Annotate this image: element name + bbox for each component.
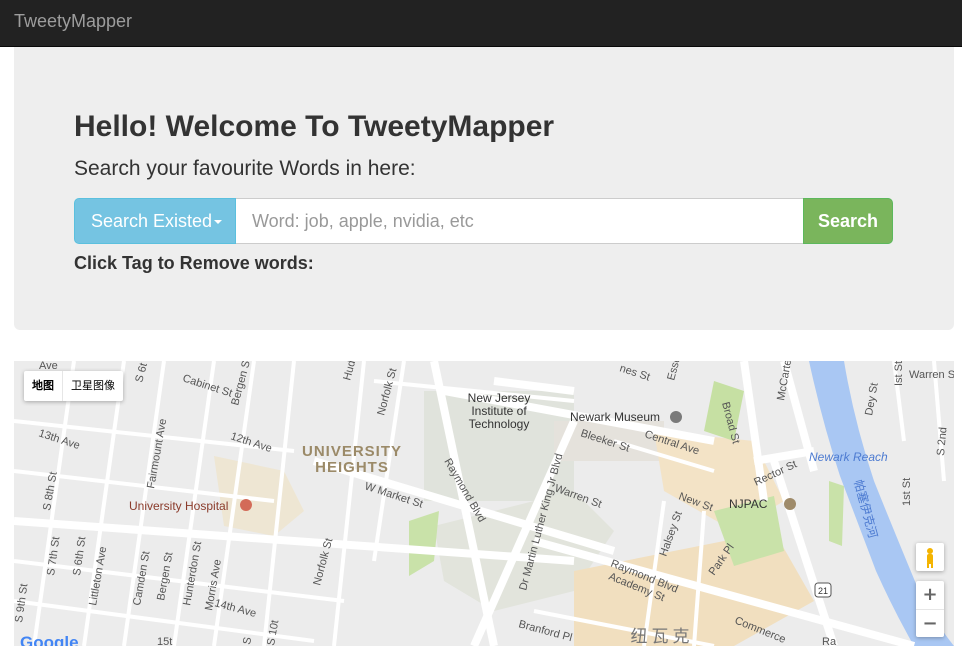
street-label: Fairmount Ave (145, 418, 169, 490)
street-label: S 2nd (935, 427, 949, 457)
street-label: S (241, 636, 254, 645)
street-label: 12th Ave (229, 430, 273, 455)
zoom-in-button[interactable]: + (916, 581, 944, 609)
njit-label-3: Technology (469, 417, 530, 431)
map-view[interactable]: New Jersey Institute of Technology Newar… (14, 361, 954, 646)
search-group: Search Existed Search (74, 198, 893, 244)
newark-museum-label: Newark Museum (570, 410, 660, 424)
street-label: Bergen St (155, 551, 175, 601)
street-label: Littleton Ave (87, 546, 109, 607)
newark-reach-label: Newark Reach (809, 450, 888, 464)
map-type-map-button[interactable]: 地图 (24, 371, 62, 401)
njit-label-1: New Jersey (468, 391, 531, 405)
street-label: Ra (822, 636, 837, 646)
word-search-input[interactable] (236, 198, 803, 244)
neighborhood-label-2: HEIGHTS (315, 459, 389, 476)
street-label: Ist St (893, 361, 905, 386)
street-label: Warren S (909, 369, 954, 381)
hero-panel: Hello! Welcome To TweetyMapper Search yo… (14, 47, 954, 330)
neighborhood-label-1: UNIVERSITY (302, 443, 402, 460)
map-canvas[interactable]: New Jersey Institute of Technology Newar… (14, 361, 954, 646)
search-existed-dropdown[interactable]: Search Existed (74, 198, 236, 244)
street-label: 13th Ave (37, 427, 81, 452)
riverside-park-area (829, 481, 844, 546)
search-button[interactable]: Search (803, 198, 893, 244)
zoom-control: + − (916, 581, 944, 637)
njpac-marker-icon[interactable] (784, 498, 796, 510)
caret-down-icon (214, 219, 223, 224)
tag-remove-hint: Click Tag to Remove words: (74, 253, 314, 273)
navbar-brand[interactable]: TweetyMapper (14, 10, 132, 32)
map-type-satellite-button[interactable]: 卫星图像 (62, 371, 123, 401)
street-label: 1st St (901, 478, 913, 506)
zoom-out-button[interactable]: − (916, 609, 944, 638)
street-label: Esse (665, 361, 683, 382)
page-title: Hello! Welcome To TweetyMapper (74, 110, 555, 143)
street-label: nes St (618, 362, 651, 383)
green-area (409, 511, 439, 576)
city-label: 纽瓦克 (631, 627, 694, 646)
pegman-button[interactable] (916, 543, 944, 571)
navbar: TweetyMapper (0, 0, 962, 47)
university-hospital-label: University Hospital (129, 499, 228, 513)
street-label: Branford Pl (517, 618, 573, 644)
route-number: 21 (818, 586, 828, 596)
njit-label-2: Institute of (471, 404, 527, 418)
search-existed-label: Search Existed (91, 210, 213, 231)
museum-marker-icon[interactable] (670, 411, 682, 423)
page-subtitle: Search your favourite Words in here: (74, 157, 416, 180)
street-label: Hud (341, 361, 358, 382)
njpac-label: NJPAC (729, 497, 768, 511)
pegman-icon (927, 548, 933, 568)
map-type-control: 地图 卫星图像 (24, 371, 123, 401)
street-label: 15t (157, 636, 172, 646)
street-label: Dey St (863, 382, 881, 417)
street-label: S 6t (133, 362, 150, 384)
google-logo[interactable]: Google (20, 633, 79, 646)
hospital-marker-icon[interactable] (240, 499, 252, 511)
